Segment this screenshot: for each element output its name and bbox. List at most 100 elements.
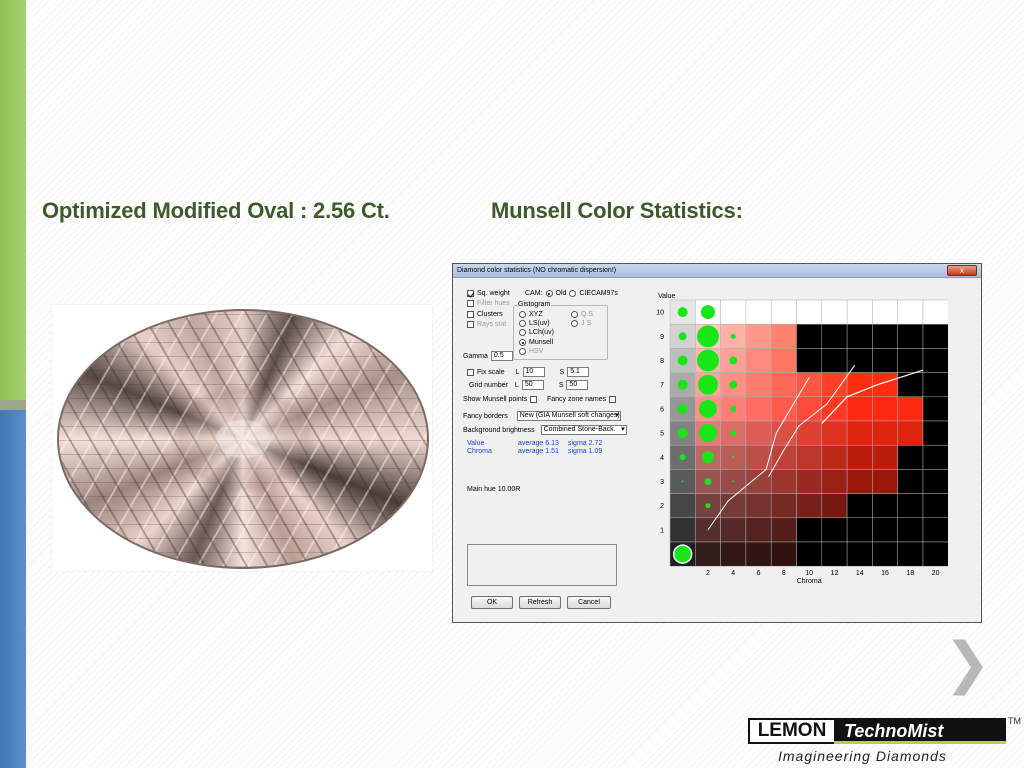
fancy-zone-row[interactable]: Fancy zone names [547,396,617,403]
fix-s-label: S [559,368,565,376]
chart-cell [745,396,772,422]
chart-cell [770,348,797,373]
cancel-button[interactable]: Cancel [567,596,611,609]
fix-l-input[interactable]: 10 [522,367,545,377]
opt-hsv-radio[interactable] [519,348,526,355]
chart-cell [872,469,898,494]
close-icon[interactable]: x [947,265,977,276]
chart-cell [922,372,948,398]
sq-weight-checkbox[interactable] [467,290,474,297]
opt-xyz[interactable]: XYZ [519,311,543,318]
fix-scale-checkbox[interactable] [467,368,474,376]
chart-cell [922,420,948,446]
clusters-checkbox[interactable] [467,311,474,318]
diamond-image-frame [52,305,432,571]
chart-cell [745,469,772,494]
data-point [707,529,709,531]
filter-hues-checkbox[interactable] [467,300,474,307]
chart-cell [846,323,873,349]
background-row: Background brightness Combined Stone-Bac… [463,425,627,435]
grid-s-input[interactable]: 50 [566,380,589,390]
data-point [677,307,688,318]
chart-cell [796,444,823,470]
show-munsell-checkbox[interactable] [530,396,538,403]
logo-lemon-block: LEMON [748,718,836,744]
show-munsell-label: Show Munsell points [463,396,528,403]
opt-lch-radio[interactable] [519,329,526,336]
chart-cell [821,517,848,543]
opt-qs-radio[interactable] [571,311,578,318]
chroma-sigma: sigma 1.09 [568,448,603,455]
logo-trademark: TM [1008,716,1021,726]
rays-stat-option[interactable]: Rays stat [467,321,506,328]
background-select[interactable]: Combined Stone-Back. [540,425,627,435]
cam-selector: CAM: Old CIECAM97s [525,290,618,297]
chart-cell [846,420,873,446]
y-tick-label: 7 [660,382,664,389]
refresh-button[interactable]: Refresh [519,596,561,609]
show-munsell-row[interactable]: Show Munsell points [463,396,538,403]
clusters-option[interactable]: Clusters [467,311,503,318]
cam-old-radio[interactable] [545,290,553,297]
opt-js-radio[interactable] [571,320,578,327]
opt-xyz-radio[interactable] [519,311,526,318]
x-tick-label: 2 [706,570,710,577]
filter-hues-option[interactable]: Filter hues [467,300,510,307]
x-tick-label: 12 [831,570,839,577]
chart-cell [846,493,873,519]
chart-cell [872,444,898,470]
opt-js[interactable]: J S [571,320,591,327]
data-point [729,356,738,365]
data-point [730,430,737,437]
accent-band-green [0,0,26,408]
opt-lch-label: LCh(uv) [529,329,554,336]
chart-cell [846,541,873,567]
opt-js-label: J S [581,320,592,327]
chroma-average: average 1.51 [518,448,559,455]
chart-cell [872,348,898,373]
chart-cell [922,517,948,543]
accent-band-divider [0,400,26,410]
chart-cell [846,517,873,543]
opt-lch[interactable]: LCh(uv) [519,329,554,336]
chart-cell [897,396,924,422]
data-point [704,478,712,485]
data-point [696,325,719,348]
fancy-borders-select[interactable]: New (GIA Munsell soft changes) [516,411,621,421]
data-point [730,333,736,339]
sq-weight-option[interactable]: Sq. weight [467,290,510,297]
chart-cell [770,299,797,325]
clusters-label: Clusters [477,311,503,318]
opt-munsell-radio[interactable] [519,339,526,346]
data-point [681,480,684,483]
fancy-zone-checkbox[interactable] [609,396,617,403]
x-tick-label: 8 [782,570,786,577]
chart-cell [897,420,924,446]
y-tick-label: 4 [660,455,664,462]
opt-hsv[interactable]: HSV [519,348,543,355]
opt-qs[interactable]: Q S [571,311,593,318]
chart-cell [821,420,848,446]
filter-hues-label: Filter hues [477,300,510,307]
chart-cell [745,517,772,543]
gamma-input[interactable]: 0.5 [490,351,513,361]
rays-stat-checkbox[interactable] [467,321,474,328]
chart-cell [669,493,696,519]
cam-old-label: Old [555,290,567,297]
chart-cell [897,299,924,325]
ok-button[interactable]: OK [471,596,513,609]
slide-title-right: Munsell Color Statistics: [491,198,743,223]
grid-l-input[interactable]: 50 [521,380,544,390]
chart-cell [745,372,772,398]
opt-munsell[interactable]: Munsell [519,339,553,346]
chart-cell [720,541,747,567]
opt-ls-radio[interactable] [519,320,526,327]
opt-ls[interactable]: LS(uv) [519,320,550,327]
x-axis-label: Chroma [797,578,822,585]
fix-s-input[interactable]: 5.1 [567,367,590,377]
chart-cell [872,517,898,543]
data-point [705,503,711,509]
next-slide-icon[interactable]: ❯ [944,636,991,692]
chart-cell [922,396,948,422]
cam-ciecam-radio[interactable] [569,290,577,297]
